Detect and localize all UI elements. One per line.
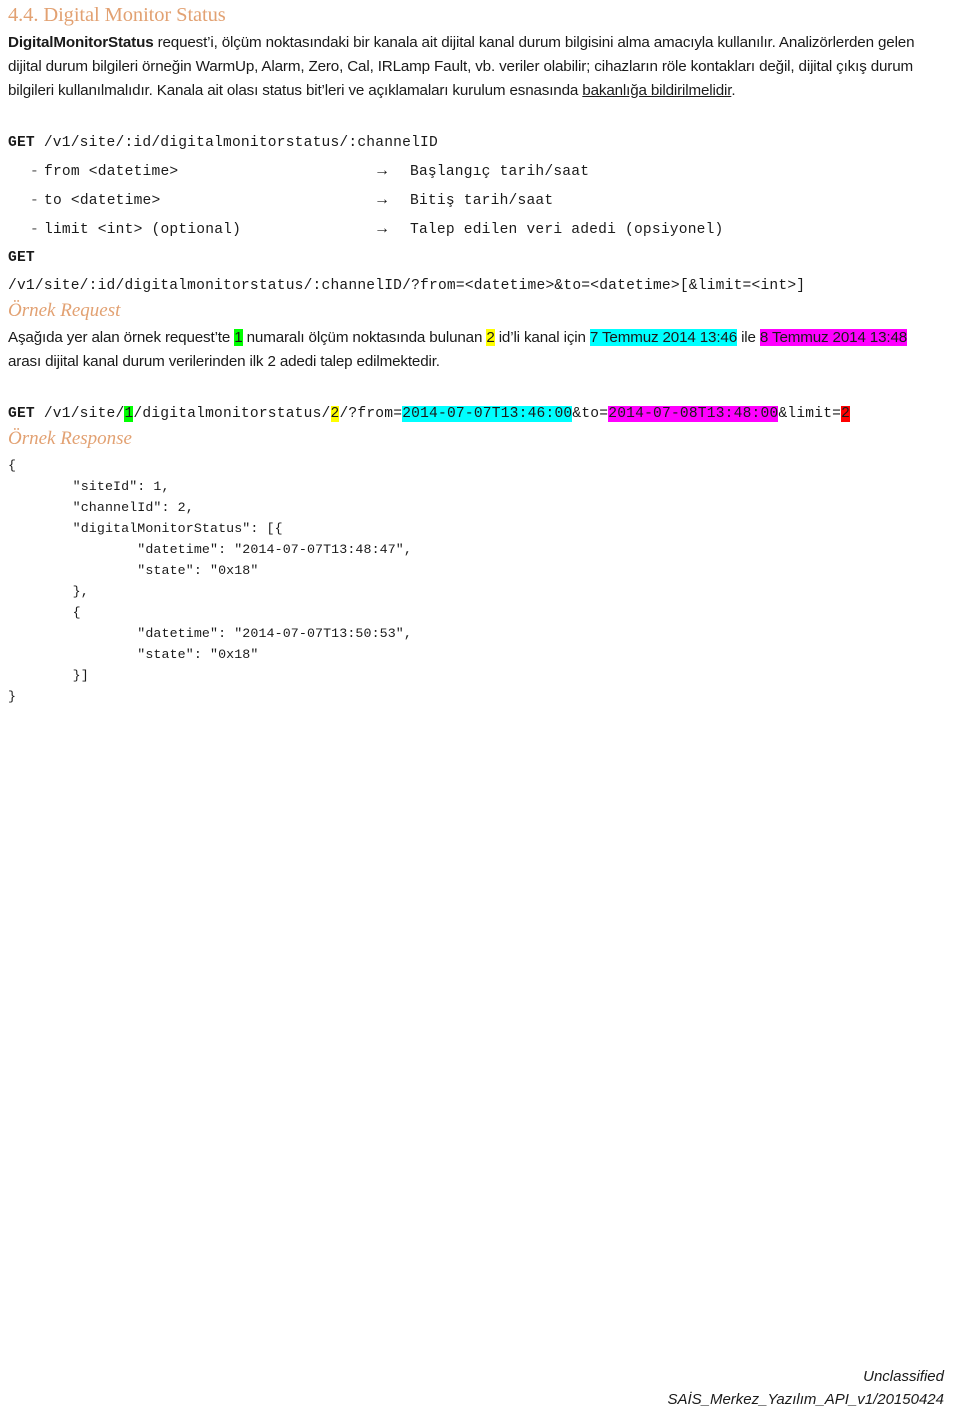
url-to-iso: 2014-07-08T13:48:00: [608, 406, 779, 423]
param-name: from <datetime>: [44, 163, 179, 180]
param-description: Bitiş tarih/saat: [410, 192, 554, 209]
endpoint-full-verb: GET: [8, 244, 944, 272]
example-request-paragraph: Aşağıda yer alan örnek request’te 1 numa…: [8, 326, 944, 374]
req-url-p4: &to=: [572, 406, 609, 423]
intro-bold-term: DigitalMonitorStatus: [8, 33, 154, 51]
req-url-p2: /digitalmonitorstatus/: [133, 406, 331, 423]
req-par-t4: ile: [737, 329, 760, 347]
highlight-to-datetime: 8 Temmuz 2014 13:48: [759, 329, 908, 347]
http-verb-get-2: GET: [8, 249, 35, 266]
endpoint-full-url: /v1/site/:id/digitalmonitorstatus/:chann…: [8, 277, 806, 294]
list-item: - from <datetime> → Başlangıç tarih/saat: [8, 157, 944, 186]
arrow-right-icon: →: [374, 219, 391, 237]
req-par-t2: numaralı ölçüm noktasında bulunan: [242, 329, 487, 347]
intro-underlined-text: bakanlığa bildirilmelidir: [582, 81, 732, 99]
highlight-from-datetime: 7 Temmuz 2014 13:46: [589, 329, 738, 347]
page-footer: Unclassified SAİS_Merkez_Yazılım_API_v1/…: [667, 1365, 944, 1411]
param-description: Başlangıç tarih/saat: [410, 163, 590, 180]
req-url-p1: /v1/site/: [34, 406, 125, 423]
req-par-t1: Aşağıda yer alan örnek request’te: [8, 329, 235, 347]
url-limit: 2: [841, 406, 851, 423]
highlight-site-id: 1: [234, 329, 243, 347]
http-verb-get-example: GET: [8, 406, 35, 423]
bullet-dash: -: [30, 221, 39, 238]
endpoint-signature: GET /v1/site/:id/digitalmonitorstatus/:c…: [8, 129, 944, 157]
endpoint-parameter-list: - from <datetime> → Başlangıç tarih/saat…: [8, 157, 944, 244]
example-request-heading: Örnek Request: [8, 299, 121, 321]
url-from-iso: 2014-07-07T13:46:00: [402, 406, 573, 423]
req-url-p3: /?from=: [339, 406, 403, 423]
highlight-channel-id: 2: [486, 329, 495, 347]
list-item: - limit <int> (optional) → Talep edilen …: [8, 215, 944, 244]
example-response-json: { "siteId": 1, "channelId": 2, "digitalM…: [8, 458, 412, 705]
footer-classification: Unclassified: [863, 1368, 944, 1385]
arrow-right-icon: →: [374, 190, 391, 208]
intro-text-part2: .: [731, 81, 736, 99]
example-request-url: GET /v1/site/1/digitalmonitorstatus/2/?f…: [8, 400, 944, 428]
http-verb-get: GET: [8, 134, 35, 151]
req-par-t5: arası dijital kanal durum verilerinden i…: [8, 353, 440, 371]
bullet-dash: -: [30, 192, 39, 209]
bullet-dash: -: [30, 163, 39, 180]
req-url-p5: &limit=: [778, 406, 842, 423]
param-description: Talep edilen veri adedi (opsiyonel): [410, 221, 724, 238]
arrow-right-icon: →: [374, 161, 391, 179]
intro-paragraph: DigitalMonitorStatus request’i, ölçüm no…: [8, 31, 944, 103]
example-response-heading: Örnek Response: [8, 428, 132, 450]
param-name: to <datetime>: [44, 192, 161, 209]
list-item: - to <datetime> → Bitiş tarih/saat: [8, 186, 944, 215]
document-page: 4.4. Digital Monitor Status DigitalMonit…: [0, 0, 960, 1427]
endpoint-path: /v1/site/:id/digitalmonitorstatus/:chann…: [34, 134, 438, 151]
footer-document-id: SAİS_Merkez_Yazılım_API_v1/20150424: [667, 1391, 944, 1408]
req-par-t3: id’li kanal için: [494, 329, 590, 347]
endpoint-block: GET /v1/site/:id/digitalmonitorstatus/:c…: [8, 129, 944, 300]
page-title: 4.4. Digital Monitor Status: [8, 4, 226, 26]
param-name: limit <int> (optional): [44, 221, 242, 238]
